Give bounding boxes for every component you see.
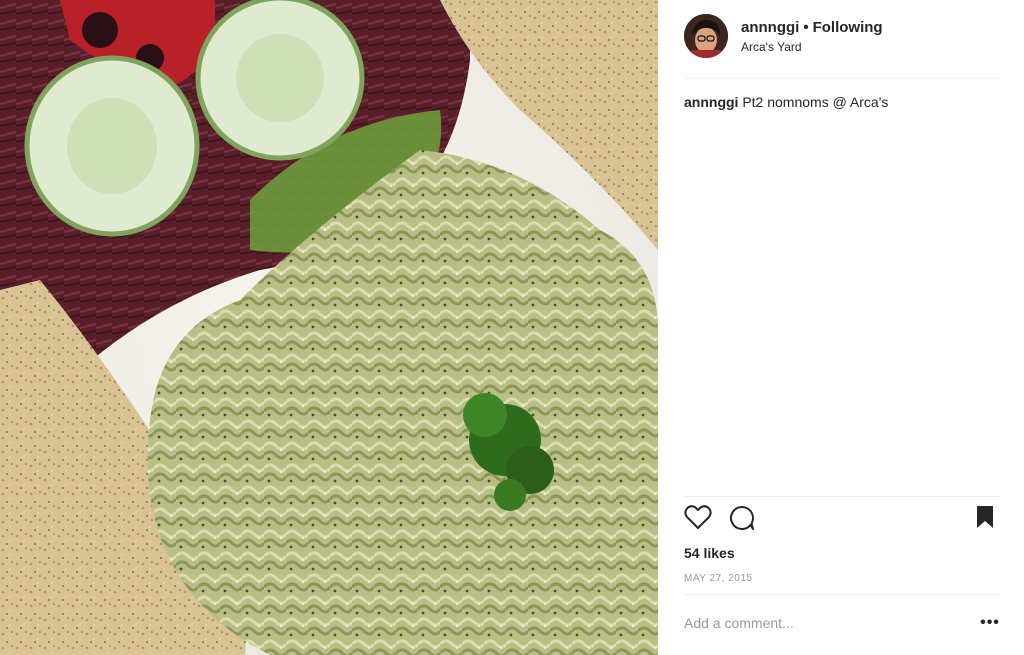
comment-bubble-icon[interactable]: [728, 504, 758, 534]
location-link[interactable]: Arca's Yard: [741, 40, 802, 54]
avatar[interactable]: [684, 14, 728, 58]
following-button[interactable]: Following: [813, 19, 883, 36]
header-divider: [684, 78, 1000, 79]
header-username-line: annnggi • Following: [741, 19, 883, 36]
heart-icon[interactable]: [684, 504, 714, 534]
header-separator: •: [803, 19, 809, 36]
post-photo[interactable]: [0, 0, 658, 655]
add-comment-field[interactable]: [684, 612, 974, 634]
caption-text: Pt2 nomnoms @ Arca's: [742, 94, 889, 110]
caption: annnggi Pt2 nomnoms @ Arca's: [684, 94, 1000, 110]
more-options-button[interactable]: •••: [978, 612, 1002, 634]
post-date[interactable]: MAY 27, 2015: [684, 573, 752, 584]
bookmark-icon[interactable]: [974, 504, 1004, 534]
actions-divider: [684, 496, 1000, 497]
post-detail-panel: annnggi • Following Arca's Yard annnggi Pt…: [658, 0, 1024, 655]
header-username[interactable]: annnggi: [741, 19, 799, 36]
caption-username[interactable]: annnggi: [684, 94, 738, 110]
action-bar: [684, 504, 1000, 536]
food-photo-illustration: [0, 0, 658, 655]
comment-divider: [684, 594, 1000, 595]
post-header: annnggi • Following Arca's Yard: [684, 14, 1000, 78]
likes-count[interactable]: 54 likes: [684, 545, 735, 561]
